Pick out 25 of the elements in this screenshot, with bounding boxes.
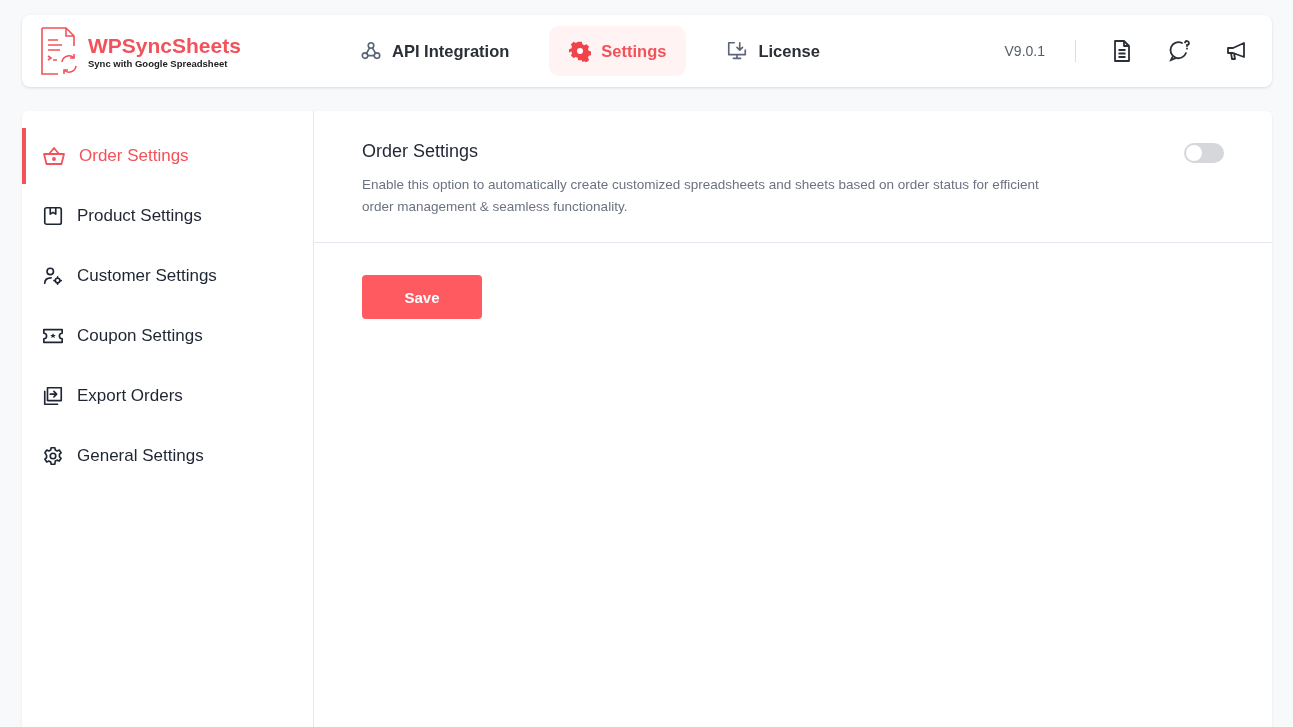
export-icon — [42, 385, 64, 407]
nav-tab[interactable]: License — [706, 26, 840, 76]
box-icon — [42, 205, 64, 227]
megaphone-icon[interactable] — [1226, 40, 1248, 62]
version-label: V9.0.1 — [1004, 40, 1076, 62]
sidebar-item[interactable]: Order Settings — [22, 128, 313, 184]
chat-question-icon[interactable] — [1168, 40, 1190, 62]
gear-icon — [569, 40, 592, 62]
toggle-switch[interactable] — [1184, 143, 1224, 163]
sidebar-item[interactable]: General Settings — [22, 428, 313, 484]
basket-icon — [42, 145, 66, 167]
logo-tagline: Sync with Google Spreadsheet — [88, 57, 229, 69]
sidebar-item[interactable]: Coupon Settings — [22, 308, 313, 364]
setting-title: Order Settings — [362, 141, 480, 162]
logo-name: WPSyncSheets — [88, 33, 241, 58]
sidebar-item[interactable]: Customer Settings — [22, 248, 313, 304]
webhook-icon — [360, 40, 382, 62]
download-monitor-icon — [726, 40, 749, 62]
sidebar-item[interactable]: Product Settings — [22, 188, 313, 244]
setting-description: Enable this option to automatically create customized spreadsheets and sheets based on order status for efficient order management & seamless functionality. — [362, 176, 1040, 216]
sidebar-item[interactable]: Export Orders — [22, 368, 313, 424]
nav-tab[interactable]: API Integration — [340, 26, 530, 76]
gear-icon — [42, 445, 64, 467]
user-gear-icon — [42, 265, 64, 287]
document-icon[interactable] — [1112, 40, 1132, 62]
